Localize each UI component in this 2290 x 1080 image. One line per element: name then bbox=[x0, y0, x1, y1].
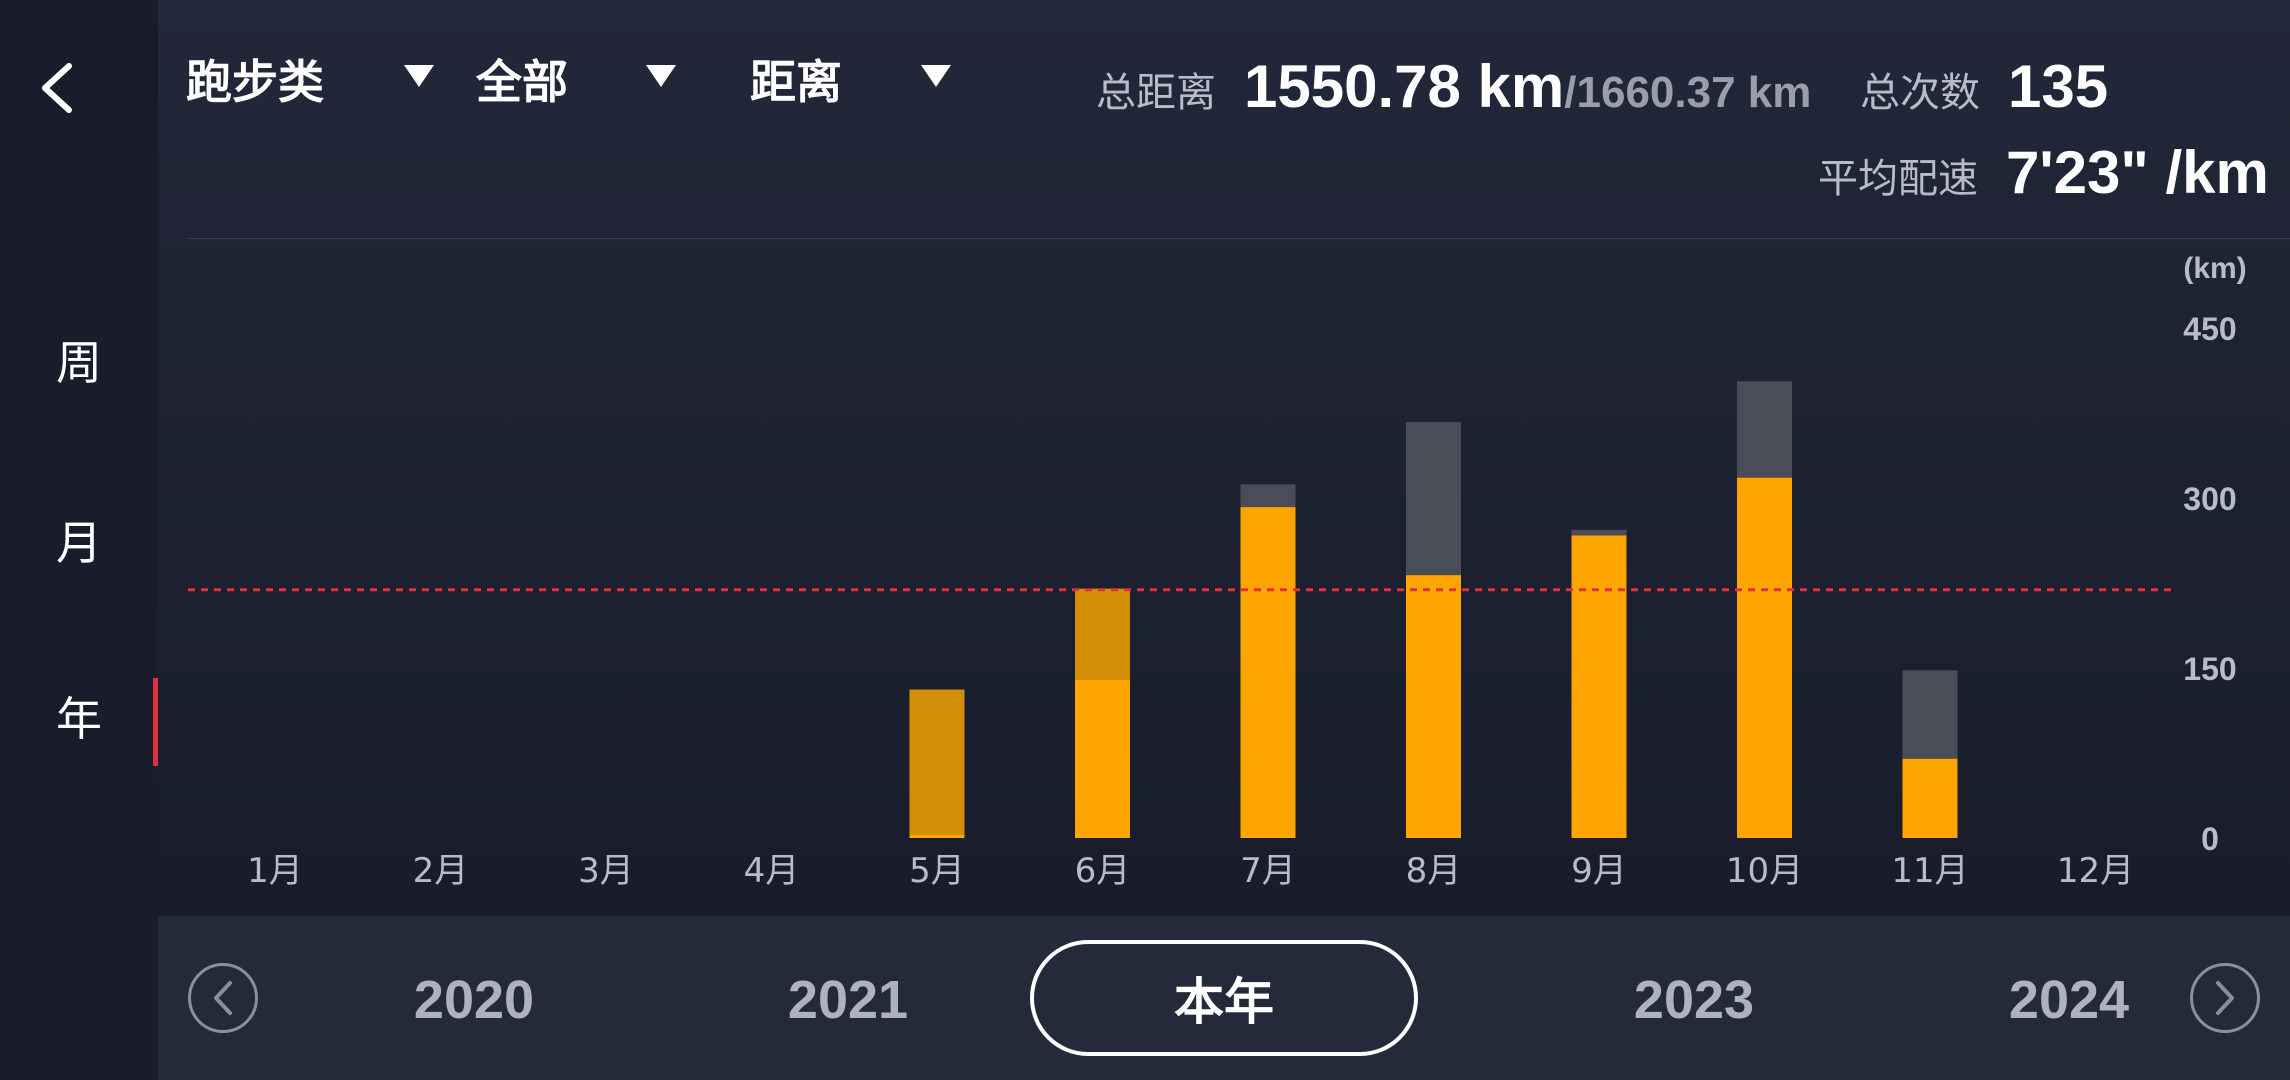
x-tick-label: 3月 bbox=[578, 851, 634, 891]
year-2020[interactable]: 2020 bbox=[374, 960, 574, 1040]
x-tick-label: 9月 bbox=[1571, 851, 1627, 891]
year-2024[interactable]: 2024 bbox=[1969, 960, 2169, 1040]
prev-year-button[interactable] bbox=[188, 963, 258, 1033]
x-tick-label: 10月 bbox=[1726, 851, 1803, 891]
bar-segment[interactable] bbox=[1240, 484, 1296, 508]
bar-segment[interactable] bbox=[1737, 477, 1792, 838]
y-tick-label: 150 bbox=[2183, 651, 2236, 687]
bar-segment[interactable] bbox=[1571, 529, 1627, 536]
x-tick-label: 12月 bbox=[2057, 851, 2134, 891]
chevron-right-circle-icon bbox=[2216, 981, 2234, 1015]
bar-segment[interactable] bbox=[909, 834, 965, 838]
year-navigation: 2020 2021 本年 2023 2024 bbox=[158, 916, 2290, 1080]
x-tick-label: 2月 bbox=[413, 851, 469, 891]
bar-segment[interactable] bbox=[1075, 588, 1130, 680]
x-tick-label: 7月 bbox=[1240, 851, 1296, 891]
bar-segment[interactable] bbox=[1406, 575, 1461, 838]
chevron-left-circle-icon bbox=[214, 981, 232, 1015]
bar-segment[interactable] bbox=[1902, 758, 1958, 838]
x-tick-label: 6月 bbox=[1075, 851, 1131, 891]
bar-segment[interactable] bbox=[1737, 381, 1792, 478]
y-tick-label: 0 bbox=[2201, 821, 2219, 857]
year-2023[interactable]: 2023 bbox=[1594, 960, 1794, 1040]
y-axis-unit-label: (km) bbox=[2183, 252, 2246, 285]
bar-segment[interactable] bbox=[909, 689, 965, 835]
year-2021[interactable]: 2021 bbox=[748, 960, 948, 1040]
y-tick-label: 300 bbox=[2183, 481, 2236, 517]
x-tick-label: 8月 bbox=[1406, 851, 1462, 891]
x-tick-label: 11月 bbox=[1891, 851, 1968, 891]
bar-segment[interactable] bbox=[1571, 535, 1627, 838]
bar-segment[interactable] bbox=[1406, 422, 1461, 576]
y-tick-label: 450 bbox=[2183, 311, 2236, 347]
x-tick-label: 5月 bbox=[909, 851, 965, 891]
bar-segment[interactable] bbox=[1902, 670, 1958, 759]
x-tick-label: 1月 bbox=[247, 851, 303, 891]
bar-segment[interactable] bbox=[1240, 507, 1296, 838]
x-tick-label: 4月 bbox=[744, 851, 800, 891]
year-current[interactable]: 本年 bbox=[1030, 940, 1418, 1056]
next-year-button[interactable] bbox=[2190, 963, 2260, 1033]
monthly-distance-chart: (km) 0 150 300 450 1月 2月 3月 4月 5月 6月 7月 8月 9月 10月 11月 12… bbox=[188, 252, 2247, 891]
bar-segment[interactable] bbox=[1075, 679, 1130, 838]
